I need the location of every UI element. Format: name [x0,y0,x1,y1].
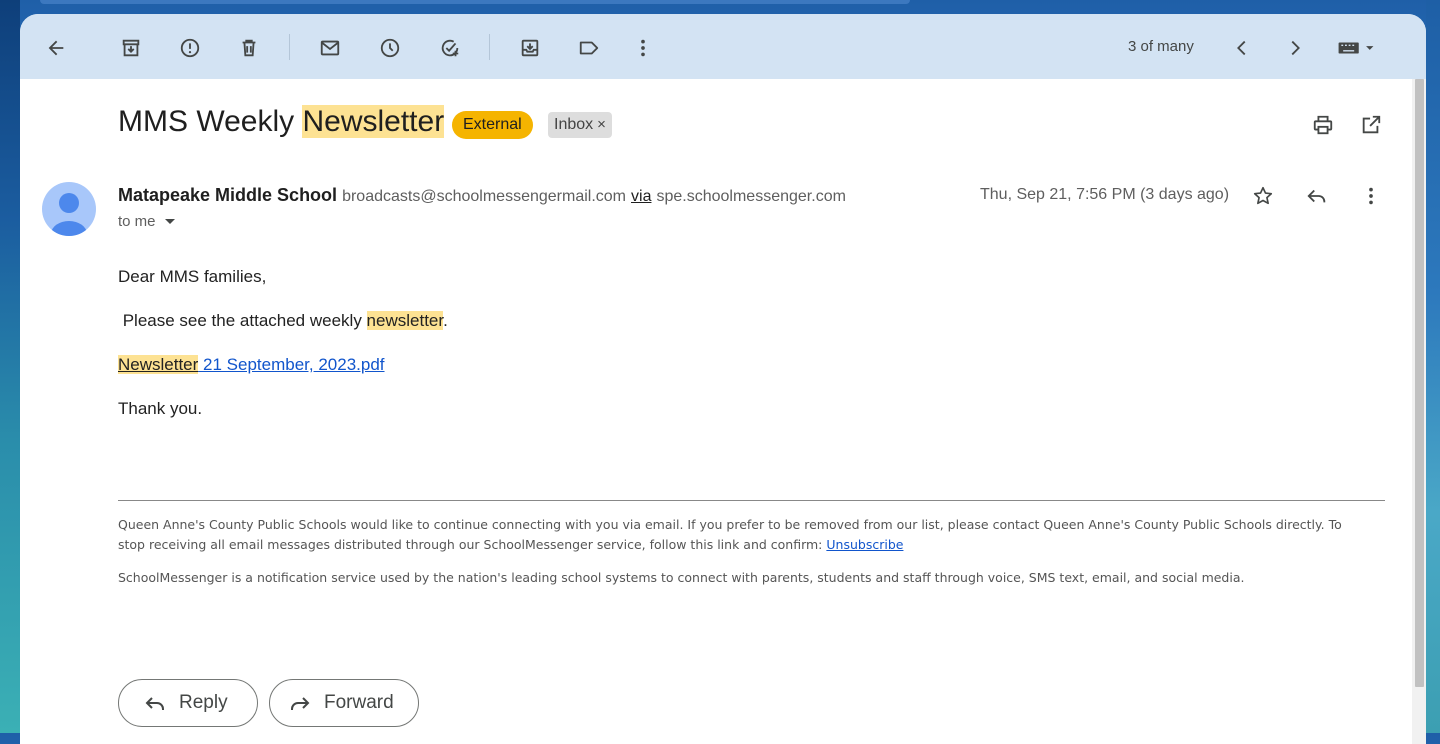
print-button[interactable] [1309,111,1337,139]
body-search-highlight: newsletter [366,311,444,330]
open-new-window-button[interactable] [1357,111,1385,139]
mark-unread-button[interactable] [314,32,346,64]
body-paragraph: Please see the attached weekly newslette… [118,311,448,331]
greeting-text: Dear MMS families, [118,267,267,286]
report-spam-button[interactable] [174,32,206,64]
closing-text: Thank you. [118,399,203,418]
pager-count: 3 of many [1128,38,1194,55]
toolbar-divider [289,34,290,60]
via-domain: spe.schoolmessenger.com [656,188,846,205]
footer-notice-text: Queen Anne's County Public Schools would… [118,517,1342,552]
star-button[interactable] [1249,182,1277,210]
star-icon [1253,186,1273,205]
add-task-icon [441,39,459,57]
open-in-new-icon [1362,115,1381,134]
to-me-label: to me [118,213,156,230]
forward-icon [291,697,310,710]
email-subject: MMS Weekly Newsletter [118,105,445,139]
footer-unsubscribe-notice: Queen Anne's County Public Schools would… [118,515,1368,555]
move-to-button[interactable] [514,32,546,64]
attachment-link-highlight[interactable]: Newsletter [118,355,199,374]
newer-button[interactable] [1226,32,1258,64]
toolbar-divider [489,34,490,60]
inbox-label[interactable]: Inbox × [548,112,612,138]
inbox-label-text: Inbox [554,116,594,133]
footer-divider [118,500,1385,501]
arrow-left-icon [48,40,64,56]
more-options-button[interactable] [627,32,659,64]
person-icon [51,193,87,236]
snooze-button[interactable] [374,32,406,64]
unsubscribe-link[interactable]: Unsubscribe [826,537,903,552]
sender-avatar[interactable] [42,182,96,236]
email-toolbar: 3 of many [20,14,1426,79]
clock-icon [380,38,400,58]
move-to-icon [521,39,539,57]
archive-icon [122,39,140,57]
reply-icon [145,697,164,710]
chevron-left-icon [1237,40,1246,56]
report-spam-icon [180,38,200,58]
labels-button[interactable] [573,32,605,64]
label-icon [579,41,599,55]
vertical-scrollbar[interactable] [1412,79,1426,744]
desktop-background-left [0,0,20,733]
via-link[interactable]: via [631,188,651,205]
caret-down-icon [164,219,175,225]
remove-label-icon[interactable]: × [597,116,606,133]
footer-service-description: SchoolMessenger is a notification servic… [118,570,1245,585]
keyboard-icon [1338,42,1374,54]
message-more-button[interactable] [1357,182,1385,210]
add-to-tasks-button[interactable] [434,32,466,64]
subject-text: MMS Weekly [118,105,303,138]
scrollbar-thumb[interactable] [1415,79,1424,687]
body-punctuation: . [443,311,448,330]
sender-email: broadcasts@schoolmessengermail.com [342,188,626,205]
reply-icon-button[interactable] [1303,182,1331,210]
body-text: Please see the attached weekly [118,311,367,330]
trash-icon [242,39,256,57]
back-button[interactable] [40,32,72,64]
mail-icon [320,40,340,56]
print-icon [1313,115,1333,135]
more-vert-icon [641,39,645,57]
forward-button-label: Forward [324,692,394,713]
more-vert-icon [1369,187,1373,205]
forward-button[interactable]: Forward [269,679,419,727]
older-button[interactable] [1279,32,1311,64]
archive-button[interactable] [115,32,147,64]
delete-button[interactable] [233,32,265,64]
reply-button[interactable]: Reply [118,679,258,727]
chevron-right-icon [1291,40,1300,56]
recipient-details-toggle[interactable]: to me [118,213,176,230]
sender-line: Matapeake Middle School broadcasts@schoo… [118,185,846,206]
external-label: External [452,111,533,139]
attachment-link[interactable]: Newsletter 21 September, 2023.pdf [118,355,385,375]
reply-button-label: Reply [179,692,228,713]
email-date: Thu, Sep 21, 7:56 PM (3 days ago) [980,186,1230,203]
email-window: 3 of many MMS Weekly Newsletter External… [20,14,1426,744]
browser-top-strip [40,0,910,4]
desktop-background-right [1426,0,1440,733]
attachment-link-text[interactable]: 21 September, 2023.pdf [198,355,384,374]
subject-search-highlight: Newsletter [302,105,445,138]
sender-name[interactable]: Matapeake Middle School [118,185,337,205]
reply-icon [1307,189,1326,203]
input-tools-button[interactable] [1332,32,1380,64]
